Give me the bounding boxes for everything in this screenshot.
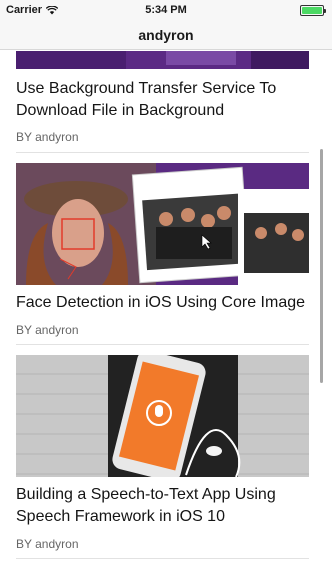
article-feed[interactable]: Use Background Transfer Service To Downl… — [0, 51, 332, 586]
article-image-3[interactable] — [16, 355, 309, 477]
battery-icon — [300, 5, 326, 16]
article-divider-2 — [16, 344, 309, 345]
article-image-1[interactable] — [16, 51, 309, 69]
article-author-1: BY andyron — [16, 130, 79, 144]
article-divider-3 — [16, 558, 309, 559]
scroll-indicator[interactable] — [320, 149, 323, 383]
article-title-1[interactable]: Use Background Transfer Service To Downl… — [16, 78, 312, 122]
article-title-2[interactable]: Face Detection in iOS Using Core Image — [16, 292, 312, 314]
article-title-3[interactable]: Building a Speech-to-Text App Using Spee… — [16, 484, 312, 528]
article-author-3: BY andyron — [16, 537, 79, 551]
article-image-2[interactable] — [16, 163, 309, 285]
article-divider-1 — [16, 152, 309, 153]
nav-title: andyron — [138, 27, 194, 43]
status-bar: Carrier 5:34 PM — [0, 0, 332, 20]
status-time: 5:34 PM — [145, 4, 187, 16]
article-author-2: BY andyron — [16, 323, 79, 337]
navigation-bar: andyron — [0, 20, 332, 50]
